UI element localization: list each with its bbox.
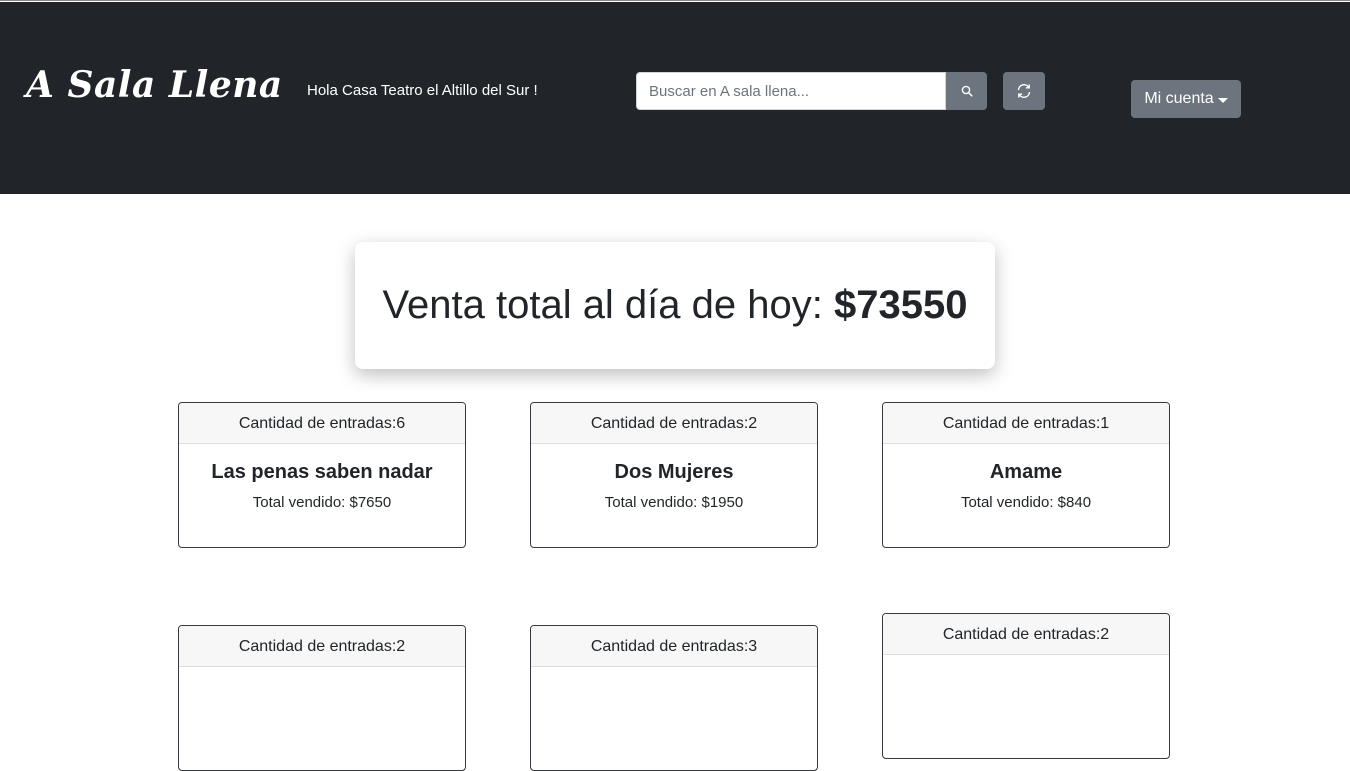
show-card: Cantidad de entradas:3 (530, 625, 818, 771)
show-total-sold: Total vendido: $1950 (604, 494, 744, 511)
total-sales-heading: Venta total al día de hoy: $73550 (383, 283, 968, 328)
greeting-text: Hola Casa Teatro el Altillo del Sur ! (307, 82, 538, 99)
show-title: Amame (989, 461, 1063, 483)
show-card: Cantidad de entradas:2 (178, 625, 466, 771)
caret-down-icon (1217, 97, 1228, 103)
search-input[interactable] (636, 72, 946, 110)
refresh-icon (1017, 84, 1031, 98)
show-card: Cantidad de entradas:1 Amame Total vendi… (882, 402, 1170, 548)
ticket-count-header: Cantidad de entradas:3 (531, 626, 817, 667)
show-card: Cantidad de entradas:2 (882, 613, 1170, 759)
show-title: Dos Mujeres (614, 461, 734, 483)
show-total-sold: Total vendido: $840 (960, 494, 1092, 511)
search-icon (961, 85, 973, 97)
show-card: Cantidad de entradas:2 Dos Mujeres Total… (530, 402, 818, 548)
brand-logo[interactable]: A Sala Llena (26, 64, 283, 106)
show-total-sold: Total vendido: $7650 (252, 494, 392, 511)
show-card: Cantidad de entradas:6 Las penas saben n… (178, 402, 466, 548)
ticket-count-header: Cantidad de entradas:6 (179, 403, 465, 444)
ticket-count-header: Cantidad de entradas:2 (883, 614, 1169, 655)
total-sales-label: Venta total al día de hoy: (382, 283, 834, 327)
ticket-count-header: Cantidad de entradas:2 (531, 403, 817, 444)
refresh-button[interactable] (1003, 72, 1045, 110)
navbar: A Sala Llena Hola Casa Teatro el Altillo… (0, 2, 1350, 194)
account-dropdown-button[interactable]: Mi cuenta (1131, 80, 1241, 118)
ticket-count-header: Cantidad de entradas:2 (179, 626, 465, 667)
total-sales-card: Venta total al día de hoy: $73550 (355, 242, 995, 369)
show-title: Las penas saben nadar (211, 461, 433, 483)
search-button[interactable] (946, 72, 987, 110)
ticket-count-header: Cantidad de entradas:1 (883, 403, 1169, 444)
total-sales-amount: $73550 (833, 283, 968, 327)
account-label: Mi cuenta (1144, 90, 1214, 107)
